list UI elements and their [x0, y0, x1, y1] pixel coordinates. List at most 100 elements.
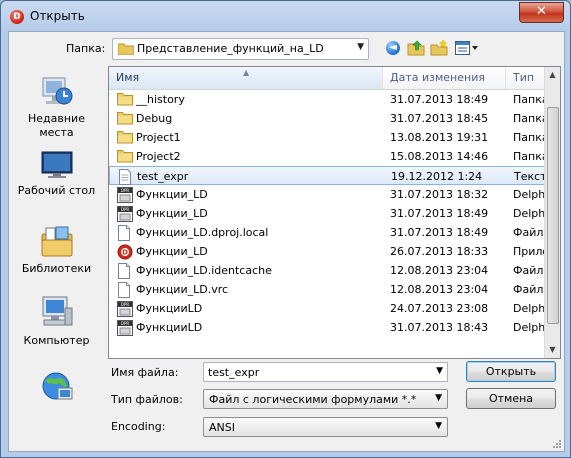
file-date: 26.07.2013 18:33 — [390, 245, 489, 258]
file-date: 31.07.2013 18:49 — [390, 207, 489, 220]
file-row[interactable]: Функции_LD.dproj.local 31.07.2013 18:49 Фа… — [109, 223, 550, 242]
open-dialog-window: D Открыть ✕ Папка: Представление_функций… — [0, 0, 571, 458]
file-icon — [117, 282, 133, 298]
file-row[interactable]: DPR Функции_LD 31.07.2013 18:49 Delphi — [109, 204, 548, 223]
file-row[interactable]: DPR Функции_LD 31.07.2013 18:32 Delphi — [109, 185, 548, 204]
file-name: Функции_LD.dproj.local — [136, 226, 269, 239]
file-row[interactable]: Debug 31.07.2013 18:45 Папка — [109, 109, 549, 128]
file-icon — [117, 225, 133, 241]
file-row-selected[interactable]: test_expr19.12.2012 1:24Текстов — [109, 166, 554, 185]
resize-grip-icon[interactable] — [552, 439, 562, 449]
folder-icon — [117, 92, 133, 107]
chevron-down-icon: ▼ — [435, 393, 442, 403]
back-button[interactable]: ◄ — [382, 37, 404, 59]
file-row[interactable]: Функции_LD.identcache 12.08.2013 23:04 Фай… — [109, 261, 550, 280]
filename-value: test_expr — [208, 366, 260, 379]
file-name: Функции_LD — [136, 207, 208, 220]
file-name: Функции_LD.identcache — [136, 264, 272, 277]
encoding-select[interactable]: ANSI ▼ — [203, 417, 448, 437]
chevron-down-icon[interactable]: ▼ — [436, 366, 443, 376]
delphi-project-icon: DPR — [117, 301, 133, 317]
filename-label: Имя файла: — [111, 366, 179, 379]
new-folder-button[interactable] — [428, 37, 450, 59]
file-date: 31.07.2013 18:49 — [390, 226, 489, 239]
file-date: 19.12.2012 1:24 — [391, 170, 483, 183]
network-icon — [42, 372, 72, 400]
file-name: ФункцииLD — [136, 321, 203, 334]
text-file-icon — [118, 169, 134, 185]
column-type-label: Тип — [513, 71, 535, 84]
place-recent[interactable]: Недавние места — [9, 74, 104, 140]
computer-icon — [42, 296, 72, 326]
scroll-up-arrow-icon[interactable]: ▲ — [545, 67, 560, 83]
libraries-icon — [41, 226, 72, 257]
file-row[interactable]: Project1 13.08.2013 19:31 Папка — [109, 128, 549, 147]
file-name: Функции_LD — [136, 188, 208, 201]
column-name-label: Имя — [116, 71, 140, 84]
scroll-down-arrow-icon[interactable]: ▼ — [545, 342, 560, 358]
vertical-scrollbar[interactable]: ▲ ▼ — [544, 67, 560, 358]
column-header-date[interactable]: Дата изменения — [383, 67, 506, 89]
file-name: Функции_LD.vrc — [136, 283, 229, 296]
view-menu-button[interactable] — [453, 37, 481, 59]
sort-ascending-icon: ▲ — [243, 68, 250, 77]
place-desktop[interactable]: Рабочий стол — [9, 150, 104, 198]
place-network[interactable] — [9, 370, 104, 408]
title-bar[interactable]: D Открыть ✕ — [1, 1, 570, 31]
column-header-name[interactable]: Имя ▲ — [109, 67, 383, 89]
encoding-value: ANSI — [209, 421, 235, 434]
folder-icon — [117, 149, 133, 164]
back-arrow-icon: ◄ — [386, 41, 400, 55]
file-row[interactable]: __history 31.07.2013 18:49 Папка — [109, 90, 549, 109]
scrollbar-thumb[interactable] — [547, 107, 559, 324]
desktop-icon — [41, 151, 72, 178]
app-icon: D — [10, 10, 24, 24]
file-row[interactable]: Project2 15.08.2013 14:46 Папка — [109, 147, 549, 166]
place-recent-label-1: Недавние — [28, 112, 85, 125]
file-date: 15.08.2013 14:46 — [390, 150, 489, 163]
file-name: Project2 — [136, 150, 181, 163]
place-computer[interactable]: Компьютер — [9, 294, 104, 348]
place-desktop-label: Рабочий стол — [17, 184, 96, 197]
file-date: 31.07.2013 18:43 — [390, 321, 489, 334]
file-row[interactable]: DPR ФункцииLD 24.07.2013 23:08 Delphi — [109, 299, 548, 318]
svg-text:DPR: DPR — [121, 321, 129, 326]
folder-icon — [117, 111, 133, 126]
file-row[interactable]: DФункции_LD26.07.2013 18:33Прилож — [109, 242, 553, 261]
cancel-button[interactable]: Отмена — [466, 388, 556, 409]
column-date-label: Дата изменения — [390, 71, 485, 84]
file-name: ФункцииLD — [136, 302, 203, 315]
close-button[interactable]: ✕ — [519, 2, 564, 23]
filetype-select[interactable]: Файл с логическими формулами *.* ▼ — [203, 389, 448, 409]
open-button[interactable]: Открыть — [466, 361, 556, 382]
place-libraries[interactable]: Библиотеки — [9, 224, 104, 276]
place-libraries-label: Библиотеки — [21, 262, 92, 275]
svg-text:D: D — [122, 249, 128, 257]
filename-input[interactable]: test_expr ▼ — [203, 362, 448, 382]
file-icon — [117, 263, 133, 279]
file-name: Debug — [136, 112, 173, 125]
view-list-icon — [455, 41, 478, 55]
file-name: __history — [136, 93, 185, 106]
application-icon: D — [117, 244, 133, 260]
up-folder-button[interactable] — [405, 37, 427, 59]
chevron-down-icon: ▼ — [357, 42, 364, 52]
file-date: 31.07.2013 18:45 — [390, 112, 489, 125]
up-folder-icon — [407, 40, 425, 56]
file-date: 12.08.2013 23:04 — [390, 283, 489, 296]
delphi-project-icon: DPR — [117, 187, 133, 203]
file-row[interactable]: Функции_LD.vrc 12.08.2013 23:04 Файл ' — [109, 280, 550, 299]
list-header: Имя ▲ Дата изменения Тип — [109, 67, 560, 90]
place-computer-label: Компьютер — [23, 334, 90, 347]
file-date: 31.07.2013 18:49 — [390, 93, 489, 106]
file-list[interactable]: Имя ▲ Дата изменения Тип __history 31.07.… — [108, 66, 561, 359]
look-in-combo[interactable]: Представление_функций_на_LD ▼ — [112, 38, 369, 60]
look-in-label: Папка: — [66, 42, 106, 55]
file-name: Project1 — [136, 131, 181, 144]
folder-icon — [117, 130, 133, 145]
folder-icon — [118, 43, 134, 55]
file-date: 12.08.2013 23:04 — [390, 264, 489, 277]
chevron-down-icon: ▼ — [435, 421, 442, 431]
delphi-project-icon: DPR — [117, 320, 133, 336]
file-row[interactable]: DPR ФункцииLD 31.07.2013 18:43 Delphi — [109, 318, 548, 337]
